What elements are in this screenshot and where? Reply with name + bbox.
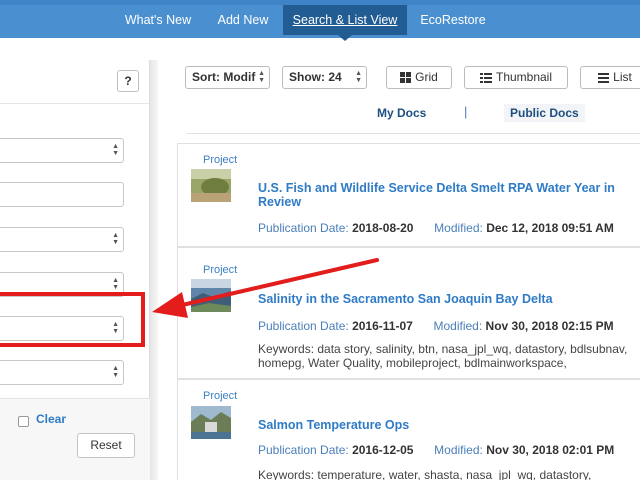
pub-date-label: Publication Date:	[258, 443, 349, 457]
docs-tabs: My Docs | Public Docs	[187, 98, 640, 134]
list-view-label: List	[613, 70, 632, 84]
list-item[interactable]: Project Salinity in the Sacramento San J…	[177, 247, 640, 379]
item-type: Project	[203, 154, 238, 166]
list-item[interactable]: Project U.S. Fish and Wildlife Service D…	[177, 143, 640, 247]
chevron-updown-icon: ▲ ▼	[112, 143, 119, 157]
nav-whats-new[interactable]: What's New	[116, 5, 200, 35]
app-root: What's New Add New Search & List View Ec…	[0, 0, 640, 480]
item-meta: Publication Date: 2018-08-20 Modified: D…	[258, 221, 614, 235]
annotation-highlight-box	[0, 292, 145, 347]
item-title[interactable]: Salinity in the Sacramento San Joaquin B…	[258, 292, 638, 306]
filter-select-5[interactable]: ▲ ▼	[0, 360, 124, 385]
chevron-updown-icon: ▲ ▼	[258, 70, 265, 84]
top-nav: What's New Add New Search & List View Ec…	[0, 0, 640, 38]
filter-panel: ? ▲ ▼ ▲ ▼ ▲ ▼ ▲ ▼ ▲ ▼ Clear Reset	[0, 60, 158, 480]
chevron-updown-icon: ▲ ▼	[112, 232, 119, 246]
grid-icon	[400, 72, 412, 84]
item-meta: Publication Date: 2016-12-05 Modified: N…	[258, 443, 614, 457]
project-thumbnail	[191, 279, 231, 312]
pub-date-value: 2018-08-20	[352, 221, 414, 235]
list-icon	[598, 72, 610, 83]
list-view-button[interactable]: List	[580, 66, 640, 89]
tab-divider: |	[464, 104, 468, 119]
clear-link[interactable]: Clear	[36, 412, 66, 426]
active-tab-caret	[338, 35, 352, 41]
modified-label: Modified:	[433, 319, 483, 333]
item-title[interactable]: U.S. Fish and Wildlife Service Delta Sme…	[258, 181, 638, 209]
results-list: Project U.S. Fish and Wildlife Service D…	[177, 143, 640, 480]
modified-value: Nov 30, 2018 02:01 PM	[486, 443, 615, 457]
item-title[interactable]: Salmon Temperature Ops	[258, 418, 638, 432]
tab-public-docs[interactable]: Public Docs	[504, 104, 585, 122]
filter-text-input[interactable]	[0, 182, 124, 207]
pub-date-value: 2016-11-07	[352, 319, 413, 333]
filter-select-1[interactable]: ▲ ▼	[0, 138, 124, 163]
modified-value: Nov 30, 2018 02:15 PM	[485, 319, 614, 333]
grid-view-label: Grid	[415, 70, 438, 84]
clear-checkbox[interactable]	[18, 416, 29, 427]
nav-search-list-view[interactable]: Search & List View	[283, 5, 407, 35]
list-item[interactable]: Project Salmon Temperature Ops Publicati…	[177, 379, 640, 480]
panel-divider	[0, 103, 150, 104]
thumbnail-view-label: Thumbnail	[495, 70, 553, 84]
filter-select-2[interactable]: ▲ ▼	[0, 227, 124, 252]
modified-label: Modified:	[434, 221, 483, 235]
item-type: Project	[203, 390, 238, 402]
chevron-updown-icon: ▲ ▼	[112, 277, 119, 291]
thumbnail-list-icon	[479, 72, 492, 83]
item-keywords: Keywords: data story, salinity, btn, nas…	[258, 342, 628, 370]
pub-date-label: Publication Date:	[258, 319, 349, 333]
sort-select[interactable]: Sort: Modif ▲ ▼	[185, 66, 270, 89]
project-thumbnail	[191, 406, 231, 439]
tab-my-docs[interactable]: My Docs	[377, 106, 426, 120]
item-keywords: Keywords: temperature, water, shasta, na…	[258, 468, 592, 480]
chevron-updown-icon: ▲ ▼	[112, 365, 119, 379]
chevron-updown-icon: ▲ ▼	[355, 70, 362, 84]
thumbnail-view-button[interactable]: Thumbnail	[464, 66, 568, 89]
reset-button[interactable]: Reset	[77, 433, 135, 458]
pub-date-label: Publication Date:	[258, 221, 349, 235]
show-count-select[interactable]: Show: 24 ▲ ▼	[282, 66, 367, 89]
filter-footer: Clear Reset	[0, 398, 150, 480]
project-thumbnail	[191, 169, 231, 202]
panel-shadow	[150, 60, 158, 480]
modified-label: Modified:	[434, 443, 483, 457]
item-type: Project	[203, 264, 238, 276]
help-button[interactable]: ?	[117, 70, 139, 92]
sort-select-value: Sort: Modif	[192, 70, 256, 84]
nav-ecorestore[interactable]: EcoRestore	[413, 5, 493, 35]
item-meta: Publication Date: 2016-11-07 Modified: N…	[258, 319, 614, 333]
modified-value: Dec 12, 2018 09:51 AM	[486, 221, 614, 235]
pub-date-value: 2016-12-05	[352, 443, 414, 457]
show-count-value: Show: 24	[289, 70, 342, 84]
nav-add-new[interactable]: Add New	[207, 5, 279, 35]
grid-view-button[interactable]: Grid	[386, 66, 452, 89]
